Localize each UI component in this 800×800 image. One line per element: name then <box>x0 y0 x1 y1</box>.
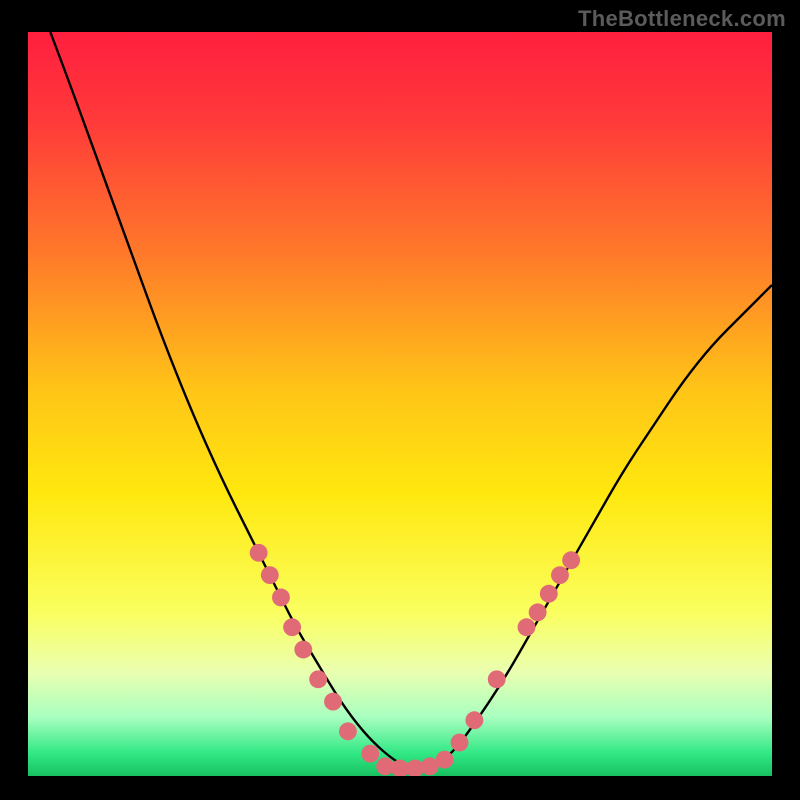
marker-dot <box>272 589 290 607</box>
marker-dot <box>518 618 536 636</box>
marker-dot <box>309 670 327 688</box>
marker-dot <box>324 693 342 711</box>
marker-dot <box>361 745 379 763</box>
marker-dot <box>465 711 483 729</box>
marker-dot <box>529 603 547 621</box>
watermark-text: TheBottleneck.com <box>578 6 786 32</box>
marker-dot <box>562 551 580 569</box>
marker-dot <box>436 751 454 769</box>
page-root: TheBottleneck.com <box>0 0 800 800</box>
gradient-background <box>28 32 772 776</box>
marker-dot <box>451 734 469 752</box>
marker-dot <box>551 566 569 584</box>
marker-dot <box>283 618 301 636</box>
marker-dot <box>339 722 357 740</box>
marker-dot <box>294 641 312 659</box>
chart-area <box>28 32 772 776</box>
marker-dot <box>250 544 268 562</box>
bottleneck-chart <box>28 32 772 776</box>
marker-dot <box>488 670 506 688</box>
marker-dot <box>261 566 279 584</box>
marker-dot <box>540 585 558 603</box>
